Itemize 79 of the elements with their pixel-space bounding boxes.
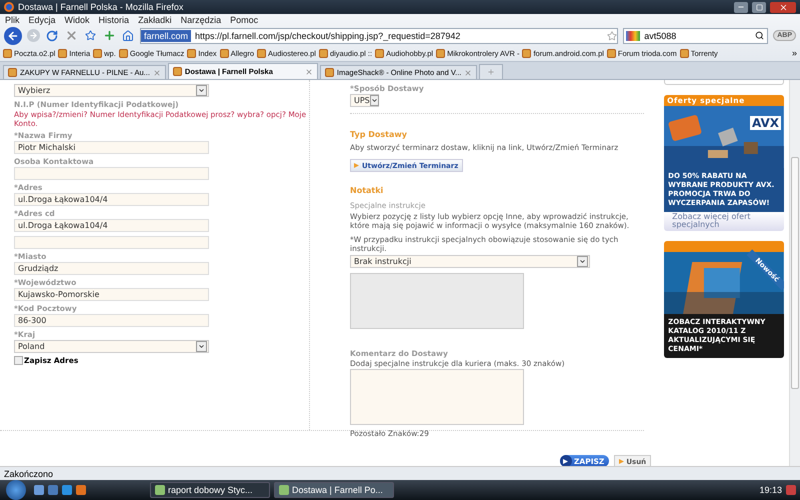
comment-text-area[interactable] bbox=[350, 369, 524, 425]
site-icon bbox=[375, 48, 384, 58]
window-title: Dostawa | Farnell Polska - Mozilla Firefox bbox=[18, 2, 184, 12]
menu-item[interactable]: Historia bbox=[98, 15, 130, 25]
url-text: https://pl.farnell.com/jsp/checkout/shipping.jsp?_requestid=287942 bbox=[195, 30, 462, 40]
text-field[interactable]: ul.Droga Łąkowa104/4 bbox=[14, 193, 209, 206]
taskbar-button[interactable]: raport dobowy Styc... bbox=[150, 482, 270, 498]
text-field[interactable]: Piotr Michalski bbox=[14, 141, 209, 154]
add-button[interactable] bbox=[102, 28, 116, 42]
plus-icon bbox=[487, 68, 496, 76]
bookmark-button[interactable] bbox=[83, 28, 97, 42]
promo-link[interactable]: Zobacz więcej ofert specjalnych bbox=[664, 212, 784, 231]
reload-button[interactable] bbox=[45, 28, 59, 42]
search-icon[interactable] bbox=[755, 31, 764, 40]
menu-item[interactable]: Pomoc bbox=[230, 15, 258, 25]
section-heading: Notatki bbox=[350, 186, 384, 195]
address-field[interactable]: farnell.com https://pl.farnell.com/jsp/checkout/shipping.jsp?_requestid=287942 bbox=[140, 28, 618, 44]
arrow-icon bbox=[354, 163, 359, 168]
country-select[interactable]: Poland bbox=[14, 340, 209, 353]
clock: 19:13 bbox=[759, 485, 782, 495]
text-field[interactable]: ul.Droga Łąkowa104/4 bbox=[14, 219, 209, 232]
section-heading: Typ Dostawy bbox=[350, 130, 408, 139]
star-icon[interactable] bbox=[607, 30, 618, 40]
desktop-icon[interactable] bbox=[34, 485, 44, 495]
status-text: Zakończono bbox=[4, 468, 54, 478]
start-button[interactable] bbox=[6, 480, 26, 500]
menu-item[interactable]: Narzędzia bbox=[180, 15, 222, 25]
site-icon bbox=[8, 68, 17, 77]
forward-arrow-icon bbox=[29, 31, 38, 40]
checkbox[interactable] bbox=[14, 356, 23, 365]
shipping-select[interactable]: UPS bbox=[350, 94, 379, 107]
maximize-icon bbox=[756, 4, 762, 10]
site-icon bbox=[58, 48, 68, 58]
text-field[interactable] bbox=[14, 236, 209, 249]
site-icon bbox=[118, 48, 128, 58]
scrollbar[interactable] bbox=[789, 80, 800, 466]
site-identity-badge[interactable]: farnell.com bbox=[141, 30, 192, 42]
arrow-icon bbox=[619, 459, 624, 464]
text-field[interactable] bbox=[14, 167, 209, 180]
text-field[interactable]: Kujawsko-Pomorskie bbox=[14, 288, 209, 301]
menu-item[interactable]: Plik bbox=[5, 15, 20, 25]
text-field[interactable]: Grudziądz bbox=[14, 262, 209, 275]
site-icon bbox=[220, 48, 229, 58]
browser-logo-icon bbox=[4, 2, 14, 12]
back-button[interactable] bbox=[4, 26, 22, 44]
menu-item[interactable]: Zakładki bbox=[138, 15, 172, 25]
close-tab-icon[interactable] bbox=[304, 68, 313, 76]
site-icon bbox=[606, 48, 616, 58]
maximize-button[interactable] bbox=[752, 2, 766, 12]
brand-logo: AVX bbox=[750, 116, 782, 130]
site-icon bbox=[93, 48, 102, 58]
select-field[interactable]: Wybierz bbox=[14, 84, 209, 97]
taskbar-button[interactable]: Dostawa | Farnell Po... bbox=[274, 482, 394, 498]
new-tab-button[interactable] bbox=[479, 64, 504, 79]
site-icon bbox=[680, 48, 689, 58]
menu-item[interactable]: Edycja bbox=[28, 15, 56, 25]
instructions-select[interactable]: Brak instrukcji bbox=[350, 255, 590, 268]
close-button[interactable] bbox=[770, 2, 796, 12]
minimize-button[interactable] bbox=[734, 2, 748, 12]
search-engine-icon[interactable] bbox=[626, 30, 640, 40]
site-icon bbox=[3, 48, 12, 58]
site-icon bbox=[522, 48, 532, 58]
site-icon bbox=[257, 48, 266, 58]
close-icon bbox=[778, 2, 788, 12]
play-icon bbox=[560, 455, 572, 466]
site-icon bbox=[318, 48, 328, 58]
close-tab-icon[interactable] bbox=[464, 68, 472, 76]
tray-icon[interactable] bbox=[786, 485, 796, 495]
home-button[interactable] bbox=[121, 28, 135, 42]
back-arrow-icon bbox=[7, 30, 19, 42]
window-icon[interactable] bbox=[48, 485, 58, 495]
site-icon bbox=[436, 48, 446, 58]
site-icon bbox=[324, 68, 334, 77]
menu-item[interactable]: Widok bbox=[64, 15, 90, 25]
more-bookmarks-button[interactable]: » bbox=[792, 48, 797, 58]
search-field[interactable]: avt5088 bbox=[623, 28, 768, 44]
text-field[interactable]: 86-300 bbox=[14, 314, 209, 327]
close-tab-icon[interactable] bbox=[152, 68, 161, 76]
forward-button[interactable] bbox=[27, 29, 40, 42]
